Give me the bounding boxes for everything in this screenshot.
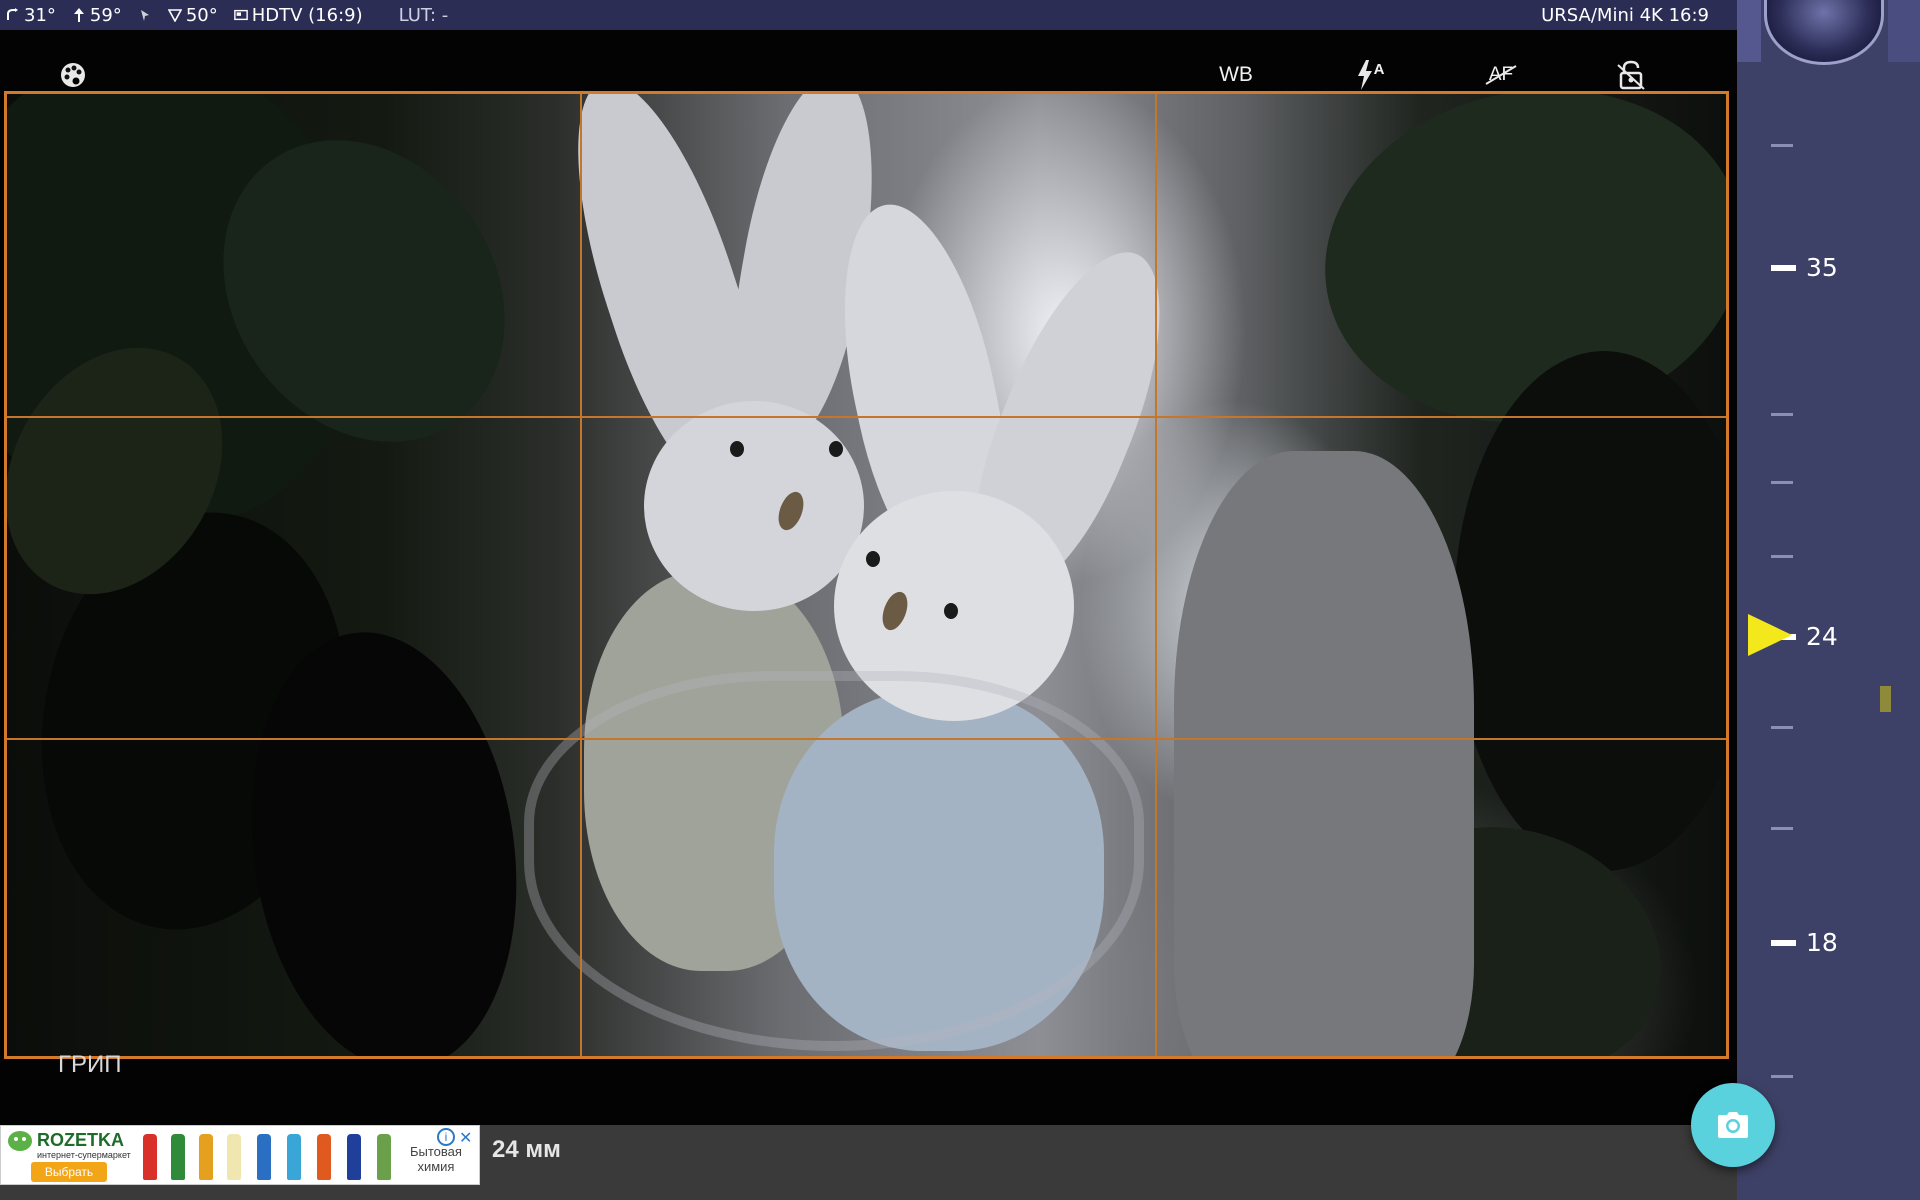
product-bottle bbox=[199, 1134, 213, 1180]
zoom-tick bbox=[1771, 726, 1793, 729]
ad-text-line: химия bbox=[417, 1159, 455, 1174]
flash-icon bbox=[1357, 60, 1372, 90]
compass-indicator bbox=[138, 8, 152, 22]
fov-icon bbox=[167, 9, 182, 22]
shutter-button[interactable] bbox=[1691, 1083, 1775, 1167]
bunny-eye bbox=[944, 603, 958, 619]
ad-banner[interactable]: ROZETKA интернет-супермаркет Выбрать Быт… bbox=[0, 1125, 480, 1185]
product-bottle bbox=[257, 1134, 271, 1180]
zoom-tick bbox=[1771, 144, 1793, 147]
depth-of-field-label[interactable]: ГРИП bbox=[58, 1051, 122, 1079]
zoom-tick bbox=[1771, 481, 1793, 484]
ad-text: Бытовая химия bbox=[410, 1144, 462, 1174]
bunny-head bbox=[644, 401, 864, 611]
palette-icon bbox=[61, 63, 85, 87]
ad-cta-button[interactable]: Выбрать bbox=[31, 1162, 107, 1182]
compass-icon bbox=[140, 10, 149, 21]
autofocus-off-button[interactable]: AF bbox=[1482, 60, 1520, 90]
flash-mode-label: A bbox=[1373, 60, 1385, 78]
bunny-eye bbox=[730, 441, 744, 457]
zoom-tick bbox=[1771, 413, 1793, 416]
aspect-ratio-icon bbox=[233, 9, 248, 21]
strike-icon bbox=[1485, 65, 1517, 85]
lock-open-icon bbox=[1617, 60, 1645, 90]
color-palette-button[interactable] bbox=[56, 60, 90, 90]
zoom-tick bbox=[1771, 555, 1793, 558]
flower-pot bbox=[1174, 451, 1474, 1059]
zoom-panel[interactable] bbox=[1737, 0, 1920, 1200]
status-bar: 31° 59° 50° HDTV (16:9) LUT: - URSA/Mini… bbox=[0, 0, 1737, 30]
flash-auto-button[interactable]: A bbox=[1350, 60, 1390, 90]
zoom-tick bbox=[1771, 1075, 1793, 1078]
lut-indicator: LUT: - bbox=[399, 5, 449, 26]
product-bottle bbox=[227, 1134, 241, 1180]
product-bottle bbox=[287, 1134, 301, 1180]
pitch-indicator: 59° bbox=[72, 5, 122, 26]
zoom-scroll-thumb[interactable] bbox=[1880, 686, 1891, 712]
focal-length-label: 24 мм bbox=[492, 1136, 561, 1163]
bunny-eye bbox=[829, 441, 843, 457]
camera-body-left bbox=[1737, 0, 1761, 62]
bunny-eye bbox=[866, 551, 880, 567]
fov-value: 50° bbox=[185, 4, 218, 26]
pitch-icon bbox=[73, 8, 84, 22]
plastic-container bbox=[524, 671, 1144, 1051]
roll-indicator: 31° bbox=[6, 5, 56, 26]
roll-value: 31° bbox=[24, 4, 56, 26]
camera-body-right bbox=[1888, 0, 1920, 62]
camera-preview[interactable] bbox=[4, 91, 1729, 1059]
camera-icon bbox=[1718, 1112, 1748, 1138]
ad-close-icon[interactable]: ✕ bbox=[459, 1128, 477, 1147]
ad-text-line: Бытовая bbox=[410, 1144, 462, 1159]
zoom-label-18[interactable]: 18 bbox=[1806, 928, 1838, 957]
lut-value: LUT: - bbox=[398, 4, 449, 26]
ad-brand: ROZETKA bbox=[37, 1130, 124, 1150]
fov-indicator: 50° bbox=[167, 4, 218, 26]
product-bottle bbox=[347, 1134, 361, 1180]
pitch-value: 59° bbox=[89, 4, 122, 26]
format-indicator: HDTV (16:9) bbox=[233, 4, 363, 26]
plant-leaf bbox=[1454, 351, 1729, 871]
camera-model: URSA/Mini 4K 16:9 bbox=[1541, 5, 1709, 26]
roll-icon bbox=[7, 8, 18, 20]
ad-info-icon[interactable]: i bbox=[437, 1128, 455, 1146]
product-bottle bbox=[377, 1134, 391, 1180]
format-value: HDTV (16:9) bbox=[251, 4, 363, 26]
zoom-tick bbox=[1771, 827, 1793, 830]
white-balance-button[interactable]: WB bbox=[1218, 60, 1254, 90]
zoom-pointer[interactable] bbox=[1748, 614, 1792, 656]
zoom-tick-35[interactable] bbox=[1771, 265, 1796, 271]
exposure-lock-button[interactable] bbox=[1614, 60, 1648, 90]
ad-tagline: интернет-супермаркет bbox=[37, 1150, 131, 1160]
zoom-tick-18[interactable] bbox=[1771, 940, 1796, 946]
product-bottle bbox=[317, 1134, 331, 1180]
product-bottle bbox=[171, 1134, 185, 1180]
zoom-label-24[interactable]: 24 bbox=[1806, 622, 1838, 651]
product-bottle bbox=[143, 1134, 157, 1180]
ad-logo-icon bbox=[8, 1131, 32, 1151]
zoom-label-35[interactable]: 35 bbox=[1806, 253, 1838, 282]
